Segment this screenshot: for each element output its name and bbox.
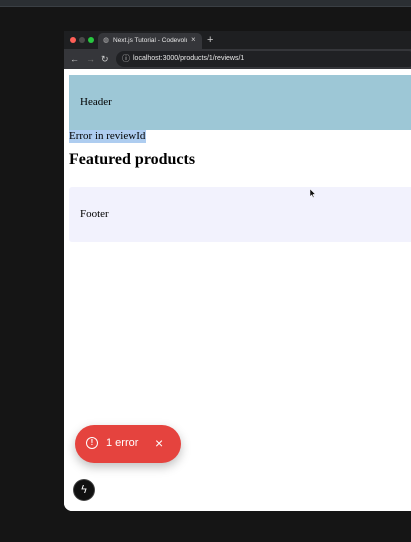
page-footer: Footer — [69, 187, 411, 242]
browser-toolbar: ← → ↻ ⓘ localhost:3000/products/1/review… — [64, 49, 411, 69]
tab-title: Next.js Tutorial - Codevolution — [113, 37, 187, 44]
header-label: Header — [80, 96, 112, 108]
window-close-button[interactable] — [70, 37, 76, 43]
tab-close-icon[interactable]: × — [191, 35, 196, 45]
new-tab-button[interactable]: + — [207, 33, 213, 47]
browser-window: ◍ Next.js Tutorial - Codevolution × + ← … — [64, 31, 411, 511]
address-bar[interactable]: ⓘ localhost:3000/products/1/reviews/1 — [116, 51, 411, 67]
nextjs-dev-indicator-icon[interactable]: ϟ — [74, 480, 94, 500]
error-message: Error in reviewId — [69, 130, 147, 143]
tab-bar: ◍ Next.js Tutorial - Codevolution × + — [64, 31, 411, 49]
back-arrow-icon[interactable]: ← — [70, 52, 79, 66]
error-alert-icon: ! — [86, 437, 98, 449]
footer-label: Footer — [80, 208, 109, 220]
reload-icon[interactable]: ↻ — [101, 52, 109, 66]
desktop-divider — [0, 6, 411, 7]
error-toast[interactable]: ! 1 error × — [75, 425, 181, 463]
page-header: Header — [69, 75, 411, 130]
site-info-icon[interactable]: ⓘ — [122, 54, 130, 63]
toast-close-icon[interactable]: × — [155, 435, 163, 451]
browser-tab[interactable]: ◍ Next.js Tutorial - Codevolution × — [98, 33, 202, 49]
globe-icon: ◍ — [103, 37, 110, 44]
window-maximize-button[interactable] — [88, 37, 94, 43]
mouse-cursor-icon — [310, 189, 316, 198]
error-count-label[interactable]: 1 error — [106, 436, 138, 450]
page-content: Header Error in reviewId Featured produc… — [64, 69, 411, 511]
featured-products-heading: Featured products — [69, 151, 196, 168]
forward-arrow-icon[interactable]: → — [86, 52, 95, 66]
url-text[interactable]: localhost:3000/products/1/reviews/1 — [133, 53, 244, 65]
window-minimize-button[interactable] — [79, 37, 85, 43]
